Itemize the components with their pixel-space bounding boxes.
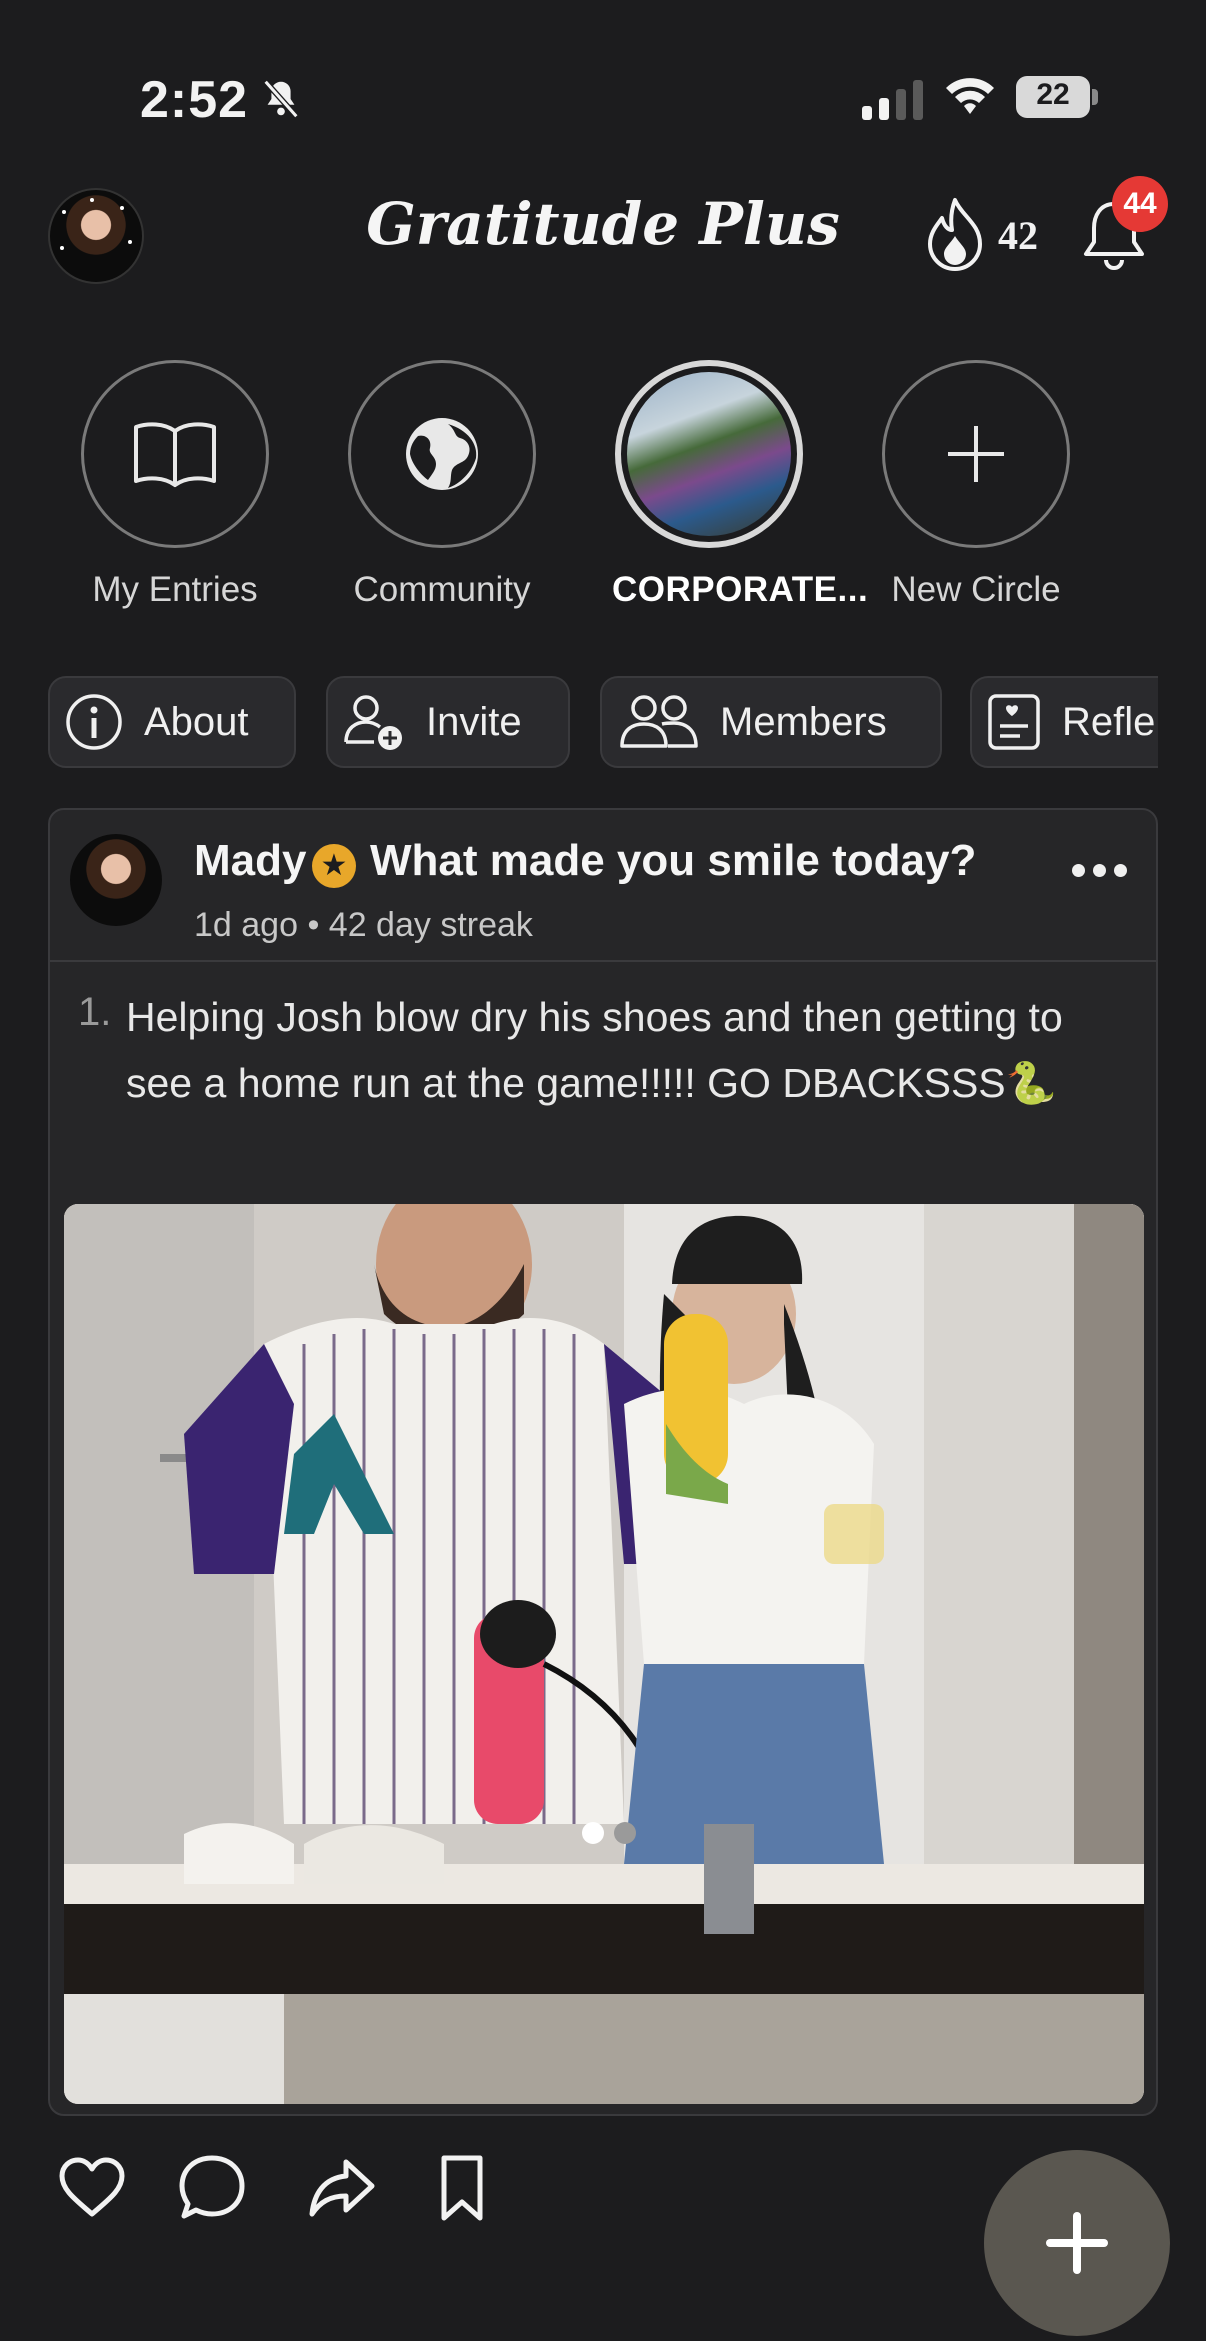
- divider: [50, 960, 1156, 962]
- entry-text: Helping Josh blow dry his shoes and then…: [126, 984, 1126, 1116]
- flame-icon[interactable]: [922, 196, 988, 272]
- entry-text-content: Helping Josh blow dry his shoes and then…: [126, 994, 1063, 1106]
- tab-members[interactable]: Members: [600, 676, 942, 768]
- tab-invite[interactable]: Invite: [326, 676, 570, 768]
- battery-icon: 22: [1016, 76, 1100, 118]
- post-prompt: What made you smile today?: [370, 836, 977, 885]
- journal-icon: [988, 694, 1040, 750]
- tab-label: Invite: [426, 699, 522, 744]
- more-options-icon[interactable]: [1072, 864, 1136, 888]
- circle-tabs: About Invite Members Refle: [0, 660, 1158, 784]
- circle-new[interactable]: New Circle: [879, 360, 1073, 610]
- share-icon[interactable]: [306, 2152, 378, 2224]
- tab-about[interactable]: About: [48, 676, 296, 768]
- mirror-selfie-photo: [64, 1204, 1144, 2104]
- battery-level: 22: [1036, 78, 1070, 111]
- globe-icon: [406, 418, 478, 490]
- post-meta: 1d ago • 42 day streak: [194, 906, 533, 944]
- circle-label: Community: [353, 570, 531, 609]
- circle-community[interactable]: Community: [345, 360, 539, 610]
- tab-label: Refle: [1062, 699, 1156, 744]
- circle-label: New Circle: [891, 570, 1061, 609]
- plus-icon: [948, 426, 1004, 482]
- circle-label: My Entries: [92, 570, 258, 609]
- tab-label: About: [144, 699, 249, 744]
- like-heart-icon[interactable]: [56, 2152, 128, 2224]
- plus-icon: [1046, 2212, 1108, 2274]
- streak-count: 42: [998, 213, 1038, 258]
- post-author[interactable]: Mady: [194, 836, 306, 886]
- comment-icon[interactable]: [176, 2152, 248, 2224]
- new-entry-button[interactable]: [984, 2150, 1170, 2336]
- entry-number: 1.: [78, 990, 112, 1034]
- carousel-dot-active[interactable]: [582, 1822, 604, 1844]
- silent-mode-icon: [263, 79, 299, 119]
- book-icon: [134, 422, 216, 487]
- carousel-dot[interactable]: [614, 1822, 636, 1844]
- wifi-icon: [946, 78, 994, 114]
- tab-reflections[interactable]: Refle: [970, 676, 1158, 768]
- circle-label: CORPORATE...: [612, 570, 869, 609]
- circle-group-photo: [627, 372, 791, 536]
- tab-label: Members: [720, 699, 887, 744]
- bookmark-icon[interactable]: [426, 2152, 498, 2224]
- members-icon: [620, 695, 698, 748]
- post-photo[interactable]: [64, 1204, 1144, 2104]
- add-user-icon: [344, 695, 402, 750]
- status-time: 2:52: [140, 71, 249, 129]
- circle-my-entries[interactable]: My Entries: [78, 360, 272, 610]
- star-badge-icon: ★: [312, 844, 356, 888]
- info-icon: [66, 694, 122, 750]
- post-card[interactable]: Mady ★ What made you smile today? 1d ago…: [48, 808, 1158, 2116]
- cellular-signal-icon: [862, 80, 923, 120]
- circle-corporate[interactable]: CORPORATE...: [612, 360, 869, 610]
- author-avatar[interactable]: [70, 834, 162, 926]
- notification-count-badge: 44: [1112, 176, 1168, 232]
